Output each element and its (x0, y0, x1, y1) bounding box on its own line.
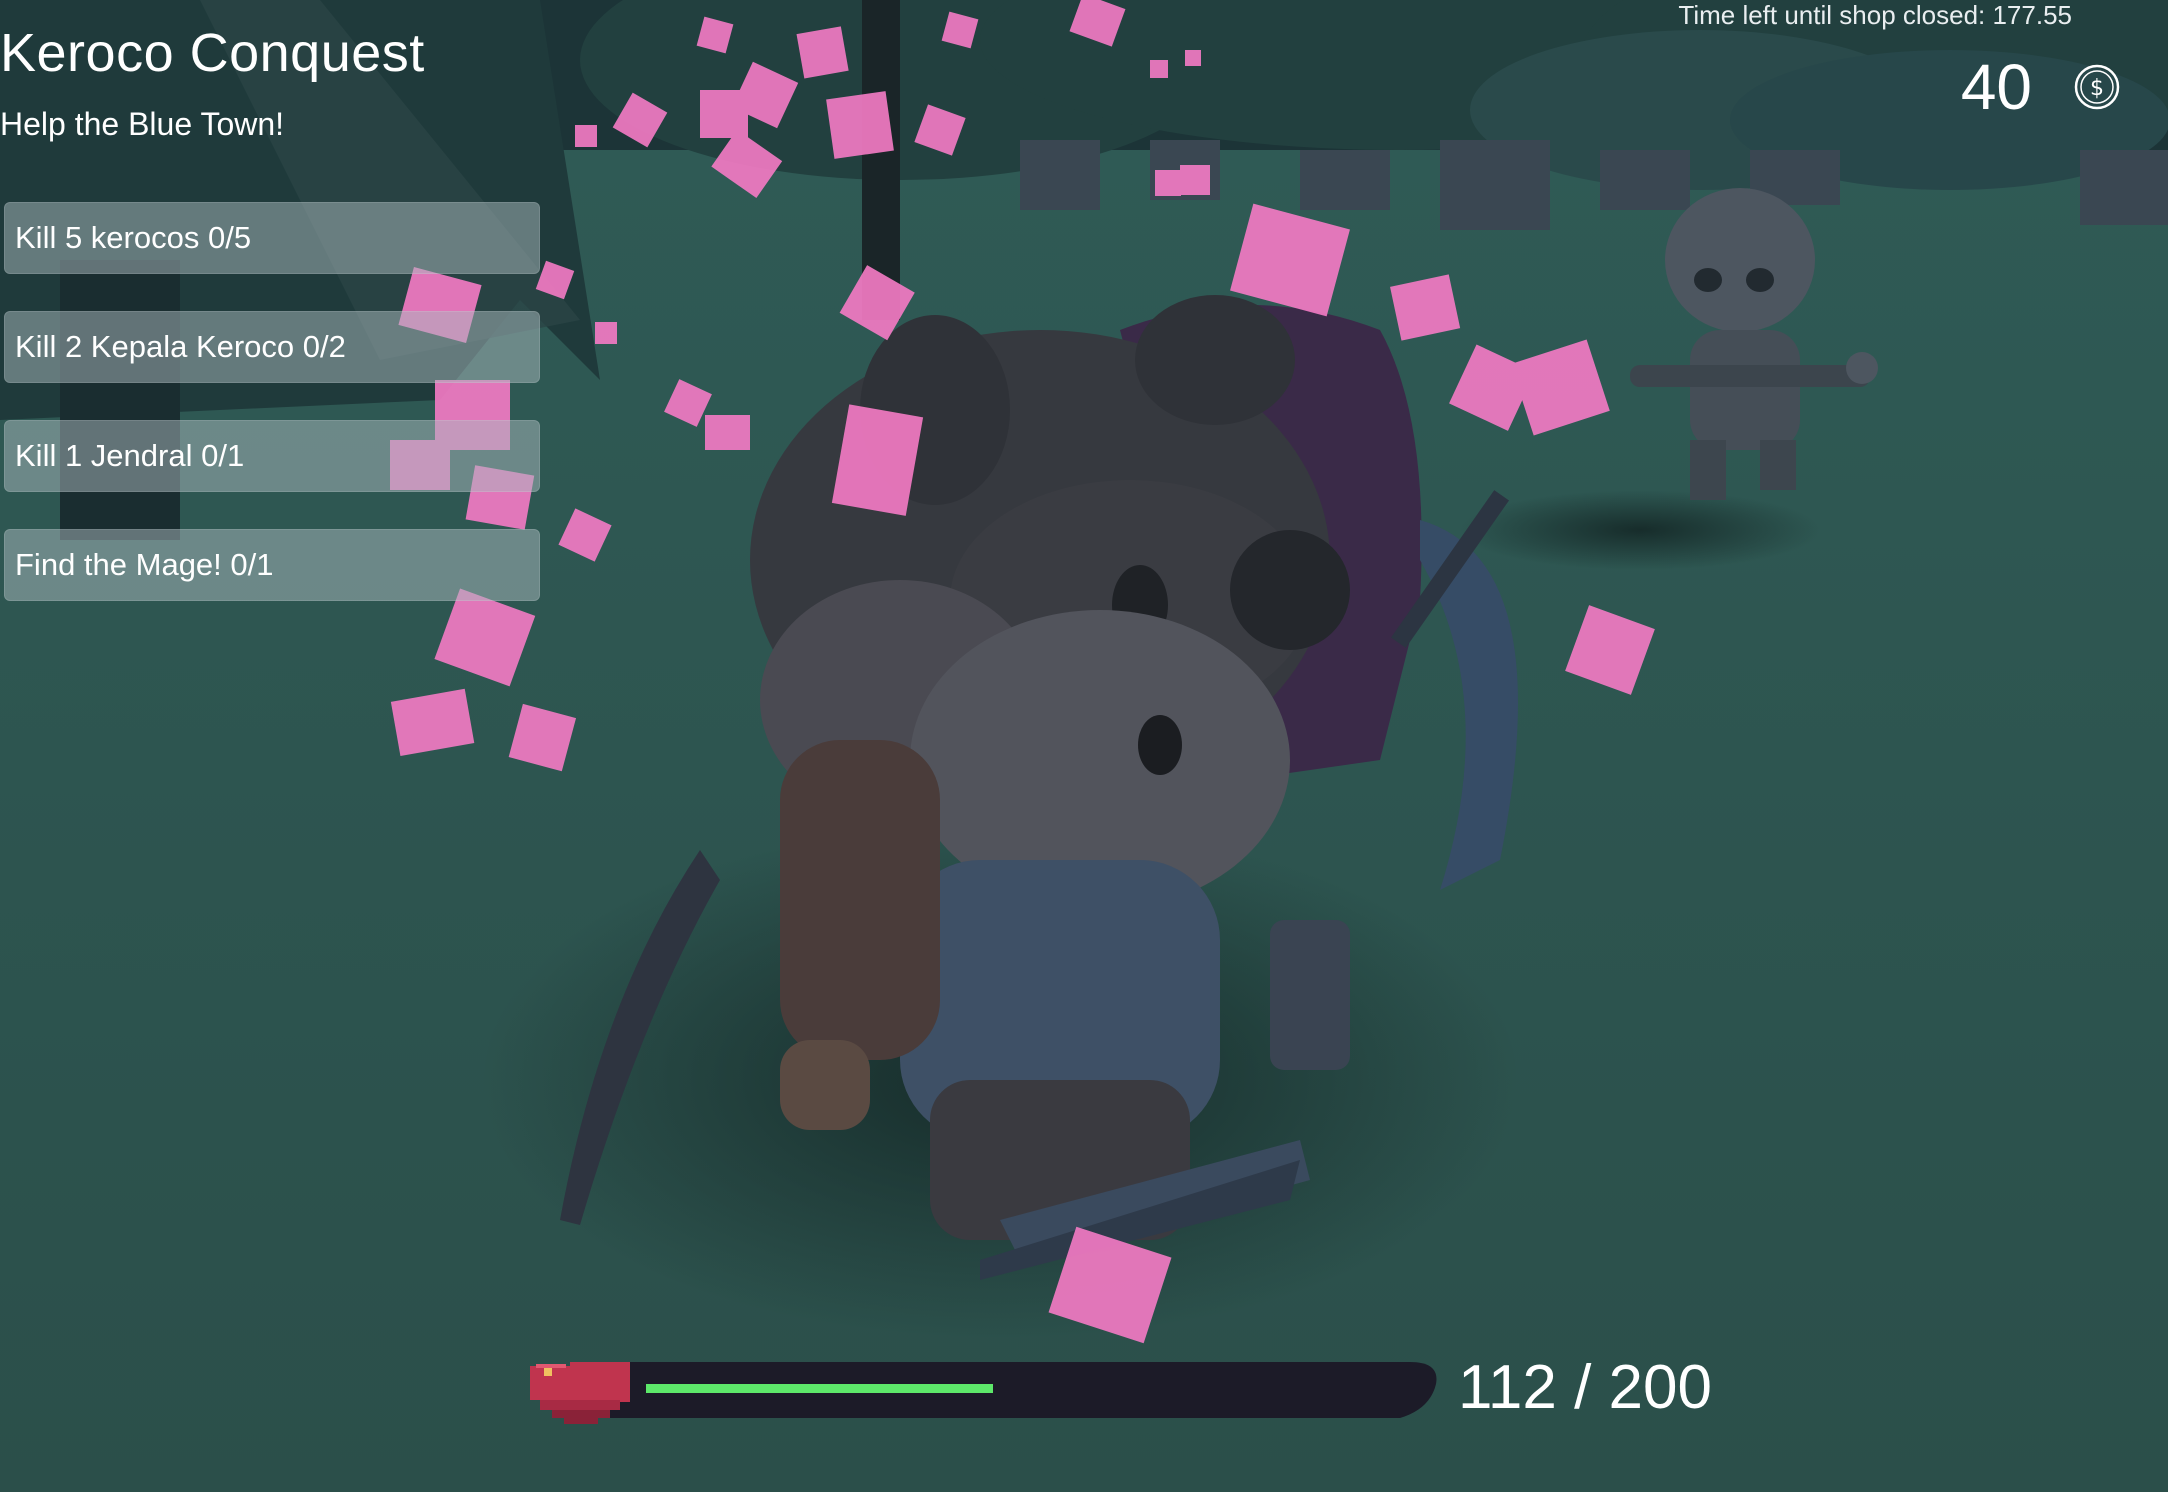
quest-item[interactable]: Kill 5 kerocos 0/5 (4, 202, 540, 274)
svg-text:$: $ (2090, 76, 2104, 101)
health-text: 112 / 200 (1458, 1353, 1712, 1422)
quest-list: Kill 5 kerocos 0/5 Kill 2 Kepala Keroco … (4, 202, 540, 638)
quest-item[interactable]: Kill 1 Jendral 0/1 (4, 420, 540, 492)
game-title: Keroco Conquest (0, 23, 425, 83)
game-subtitle: Help the Blue Town! (0, 106, 285, 142)
coin-count: 40 (1960, 51, 2032, 123)
quest-item[interactable]: Find the Mage! 0/1 (4, 529, 540, 601)
quest-item[interactable]: Kill 2 Kepala Keroco 0/2 (4, 311, 540, 383)
shop-timer: Time left until shop closed: 177.55 (1678, 0, 2072, 30)
dollar-coin-icon: $ (2074, 64, 2120, 110)
health-bar-fill (646, 1384, 993, 1393)
health-bar (530, 1362, 1437, 1424)
